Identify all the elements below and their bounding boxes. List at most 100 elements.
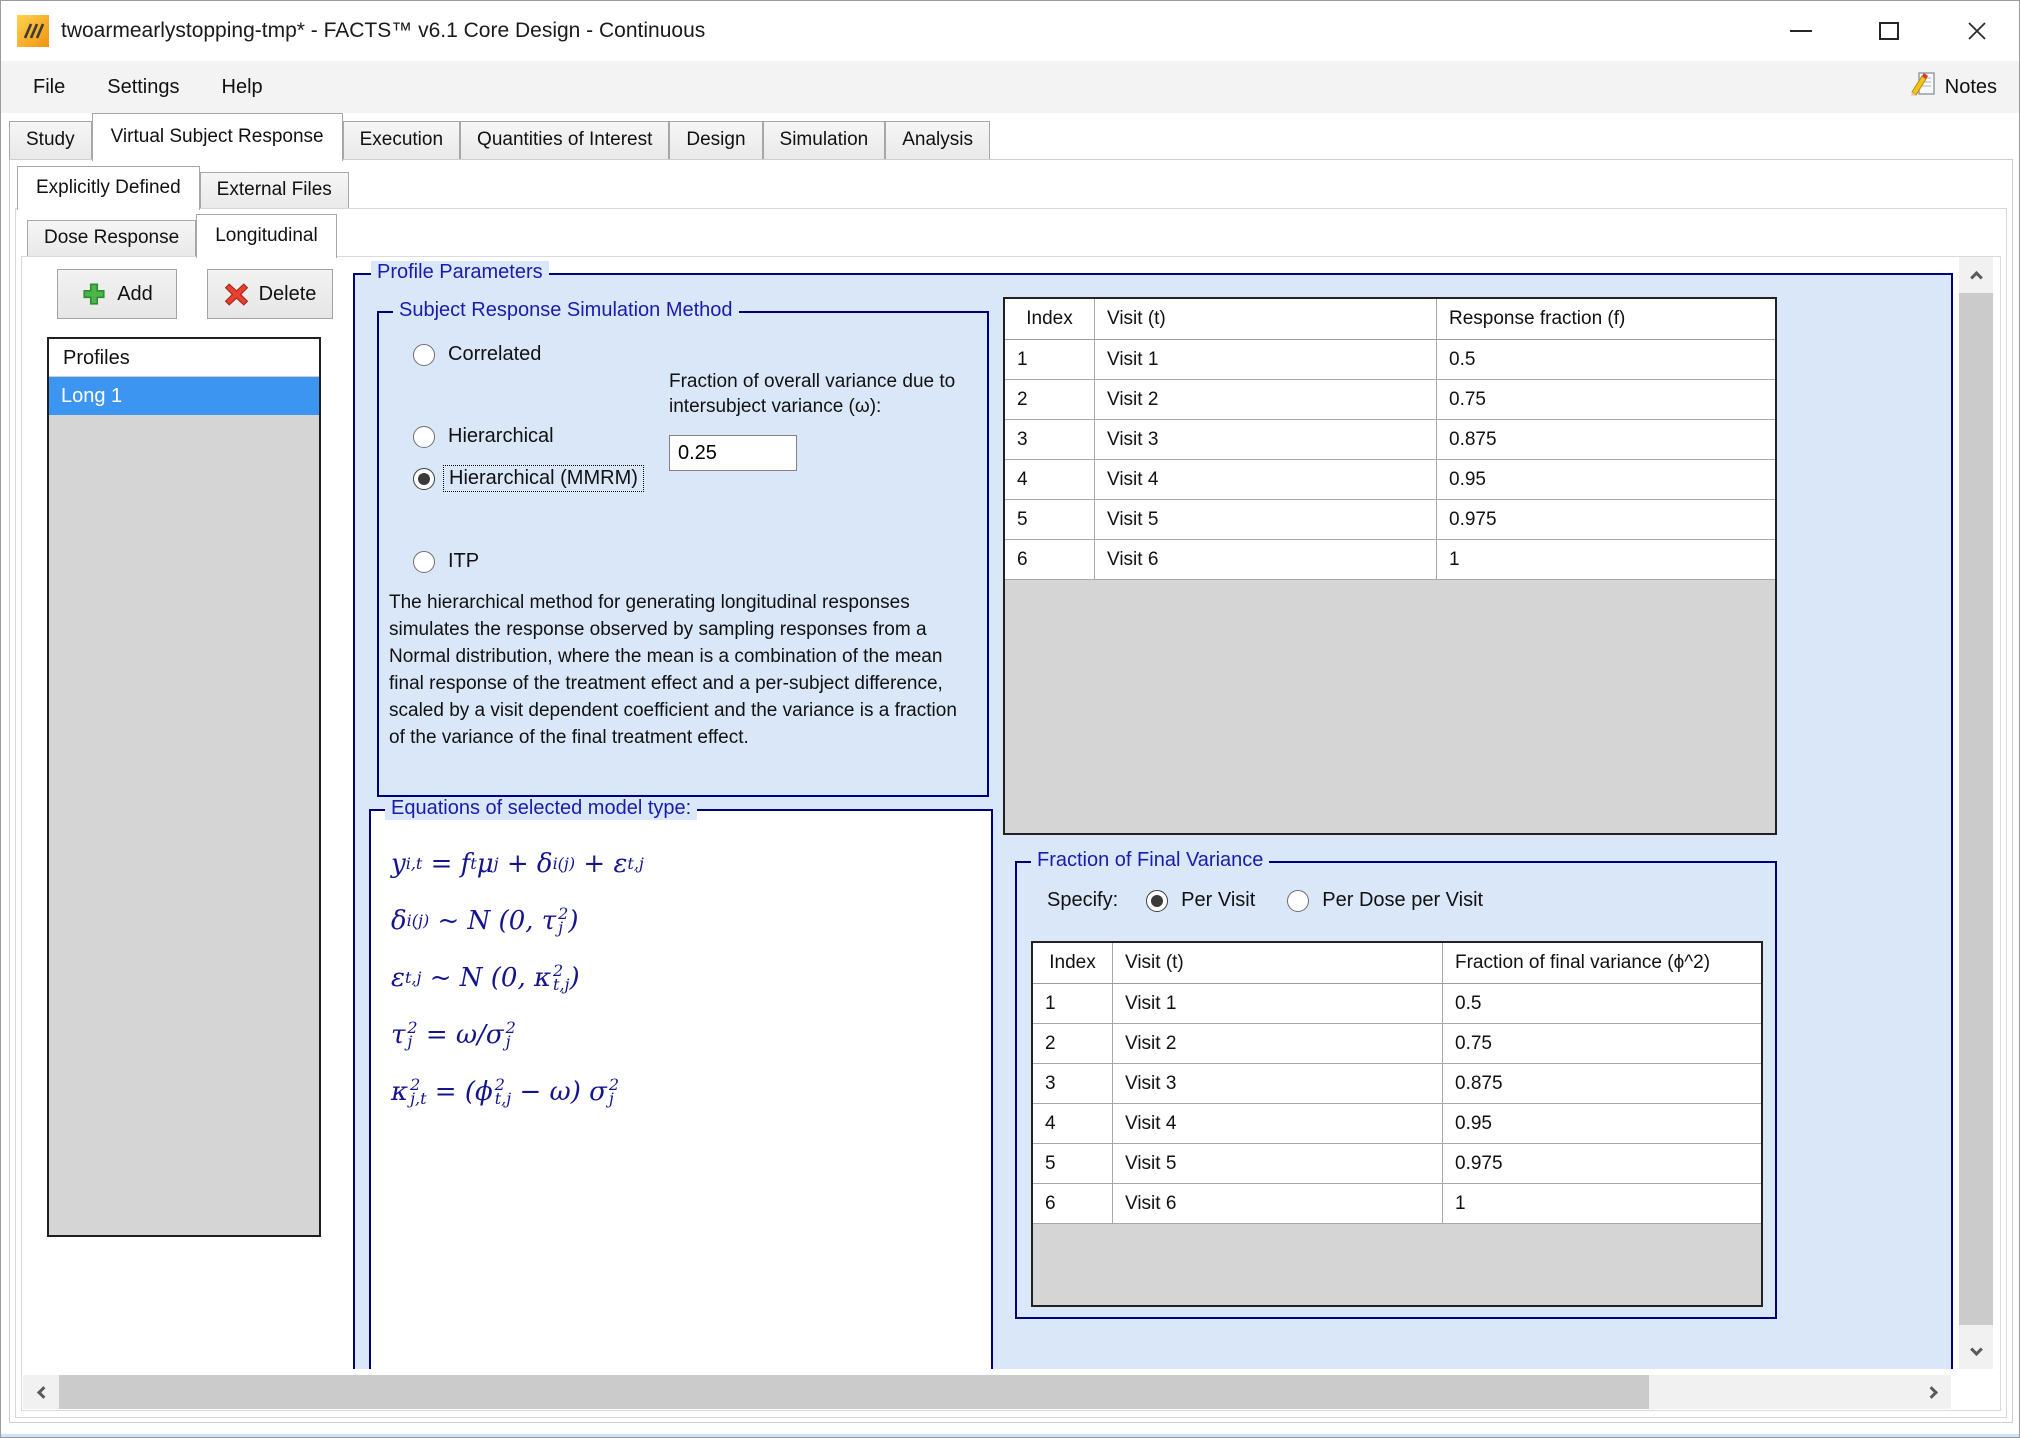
subsup-script: 2t,j — [553, 964, 569, 992]
radio-option-per-dose-per-visit[interactable]: Per Dose per Visit — [1287, 889, 1483, 912]
response-table-row[interactable]: 4Visit 40.95 — [1005, 460, 1775, 500]
radio-per-dose-per-visit-icon[interactable] — [1287, 890, 1309, 912]
secondary-tabstrip: Explicitly DefinedExternal Files — [17, 165, 349, 208]
tab-analysis[interactable]: Analysis — [885, 121, 990, 159]
maximize-button[interactable] — [1845, 1, 1933, 61]
variance-table-cell[interactable]: 1 — [1033, 984, 1113, 1023]
scroll-left-button[interactable] — [23, 1375, 57, 1409]
tab-study[interactable]: Study — [9, 121, 92, 159]
response-table-cell[interactable]: 0.975 — [1437, 500, 1775, 539]
profiles-list[interactable]: Profiles Long 1 — [47, 337, 321, 1237]
response-table-row[interactable]: 6Visit 61 — [1005, 540, 1775, 580]
horizontal-scrollbar[interactable] — [23, 1375, 1951, 1409]
response-table-cell[interactable]: 5 — [1005, 500, 1095, 539]
response-table-cell[interactable]: 6 — [1005, 540, 1095, 579]
variance-table-row[interactable]: 2Visit 20.75 — [1033, 1024, 1761, 1064]
radio-option-hierarchical-mmrm[interactable]: Hierarchical (MMRM) — [413, 465, 644, 492]
tab-virtual-subject-response[interactable]: Virtual Subject Response — [92, 113, 343, 161]
variance-fraction-input[interactable] — [669, 435, 797, 471]
response-table-row[interactable]: 5Visit 50.975 — [1005, 500, 1775, 540]
titlebar: twoarmearlystopping-tmp* - FACTS™ v6.1 C… — [1, 1, 2020, 61]
variance-table-cell[interactable]: 2 — [1033, 1024, 1113, 1063]
variance-table-row[interactable]: 5Visit 50.975 — [1033, 1144, 1761, 1184]
variance-table-cell[interactable]: 3 — [1033, 1064, 1113, 1103]
response-table-cell[interactable]: 0.75 — [1437, 380, 1775, 419]
response-table-cell[interactable]: 1 — [1437, 540, 1775, 579]
response-table-cell[interactable]: Visit 3 — [1095, 420, 1437, 459]
response-table-cell[interactable]: 4 — [1005, 460, 1095, 499]
tab-explicitly-defined[interactable]: Explicitly Defined — [17, 166, 200, 210]
radio-option-itp[interactable]: ITP — [413, 550, 479, 573]
variance-table-row[interactable]: 4Visit 40.95 — [1033, 1104, 1761, 1144]
tab-longitudinal[interactable]: Longitudinal — [196, 214, 336, 258]
delete-x-icon — [224, 282, 249, 307]
response-table-cell[interactable]: 1 — [1005, 340, 1095, 379]
variance-table-cell[interactable]: 0.75 — [1443, 1024, 1761, 1063]
vertical-scrollbar[interactable] — [1959, 257, 1993, 1369]
equation-line: εt,j ~ N (0, κ2t,j) — [391, 949, 991, 1006]
scroll-down-button[interactable] — [1959, 1335, 1993, 1369]
delete-button[interactable]: Delete — [207, 269, 333, 319]
response-table-cell[interactable]: Visit 5 — [1095, 500, 1437, 539]
variance-table-cell[interactable]: Visit 6 — [1113, 1184, 1443, 1223]
response-table-cell[interactable]: Visit 2 — [1095, 380, 1437, 419]
response-table-cell[interactable]: Visit 4 — [1095, 460, 1437, 499]
vertical-scrollbar-thumb[interactable] — [1959, 293, 1993, 1325]
tab-dose-response[interactable]: Dose Response — [27, 220, 196, 256]
radio-option-hierarchical[interactable]: Hierarchical — [413, 425, 554, 448]
response-table-cell[interactable]: 0.875 — [1437, 420, 1775, 459]
variance-table-cell[interactable]: 4 — [1033, 1104, 1113, 1143]
variance-table-cell[interactable]: Visit 3 — [1113, 1064, 1443, 1103]
radio-option-correlated[interactable]: Correlated — [413, 343, 541, 366]
variance-table-cell[interactable]: 0.975 — [1443, 1144, 1761, 1183]
variance-table-cell[interactable]: 0.5 — [1443, 984, 1761, 1023]
response-table-cell[interactable]: 2 — [1005, 380, 1095, 419]
variance-table-cell[interactable]: Visit 2 — [1113, 1024, 1443, 1063]
tab-external-files[interactable]: External Files — [200, 172, 349, 208]
radio-correlated-icon[interactable] — [413, 344, 435, 366]
radio-hierarchical-mmrm-icon[interactable] — [413, 468, 435, 490]
variance-table-cell[interactable]: 6 — [1033, 1184, 1113, 1223]
add-button[interactable]: Add — [57, 269, 177, 319]
radio-label-itp: ITP — [448, 550, 479, 573]
radio-per-visit-icon[interactable] — [1146, 890, 1168, 912]
response-table-cell[interactable]: 0.95 — [1437, 460, 1775, 499]
scroll-right-button[interactable] — [1917, 1375, 1951, 1409]
variance-table-row[interactable]: 1Visit 10.5 — [1033, 984, 1761, 1024]
close-button[interactable] — [1933, 1, 2020, 61]
response-table-row[interactable]: 3Visit 30.875 — [1005, 420, 1775, 460]
variance-table-cell[interactable]: Visit 1 — [1113, 984, 1443, 1023]
variance-table-column-fraction-of-final-variance-2: Fraction of final variance (ϕ^2) — [1443, 943, 1761, 983]
profile-item-long-1[interactable]: Long 1 — [49, 377, 319, 415]
radio-itp-icon[interactable] — [413, 551, 435, 573]
variance-table-cell[interactable]: 1 — [1443, 1184, 1761, 1223]
variance-table-cell[interactable]: 0.95 — [1443, 1104, 1761, 1143]
tab-simulation[interactable]: Simulation — [763, 121, 886, 159]
variance-table-cell[interactable]: 5 — [1033, 1144, 1113, 1183]
response-table-cell[interactable]: 0.5 — [1437, 340, 1775, 379]
tab-quantities-of-interest[interactable]: Quantities of Interest — [460, 121, 669, 159]
menu-file[interactable]: File — [27, 72, 71, 103]
tab-design[interactable]: Design — [669, 121, 762, 159]
variance-table-column-visit-t: Visit (t) — [1113, 943, 1443, 983]
response-table-cell[interactable]: Visit 1 — [1095, 340, 1437, 379]
variance-table-row[interactable]: 3Visit 30.875 — [1033, 1064, 1761, 1104]
response-table-row[interactable]: 1Visit 10.5 — [1005, 340, 1775, 380]
radio-option-per-visit[interactable]: Per Visit — [1146, 889, 1255, 912]
variance-table-cell[interactable]: Visit 5 — [1113, 1144, 1443, 1183]
menu-help[interactable]: Help — [216, 72, 269, 103]
notes-button[interactable]: Notes — [1909, 61, 1997, 113]
response-table-row[interactable]: 2Visit 20.75 — [1005, 380, 1775, 420]
variance-table-cell[interactable]: 0.875 — [1443, 1064, 1761, 1103]
variance-table-cell[interactable]: Visit 4 — [1113, 1104, 1443, 1143]
radio-hierarchical-icon[interactable] — [413, 426, 435, 448]
response-table-cell[interactable]: 3 — [1005, 420, 1095, 459]
minimize-button[interactable] — [1757, 1, 1845, 61]
menu-settings[interactable]: Settings — [101, 72, 185, 103]
scroll-up-button[interactable] — [1959, 257, 1993, 291]
tab-execution[interactable]: Execution — [343, 121, 460, 159]
response-table-cell[interactable]: Visit 6 — [1095, 540, 1437, 579]
variance-table-row[interactable]: 6Visit 61 — [1033, 1184, 1761, 1224]
horizontal-scrollbar-thumb[interactable] — [59, 1375, 1649, 1409]
window-bottom-edge — [1, 1434, 2020, 1438]
